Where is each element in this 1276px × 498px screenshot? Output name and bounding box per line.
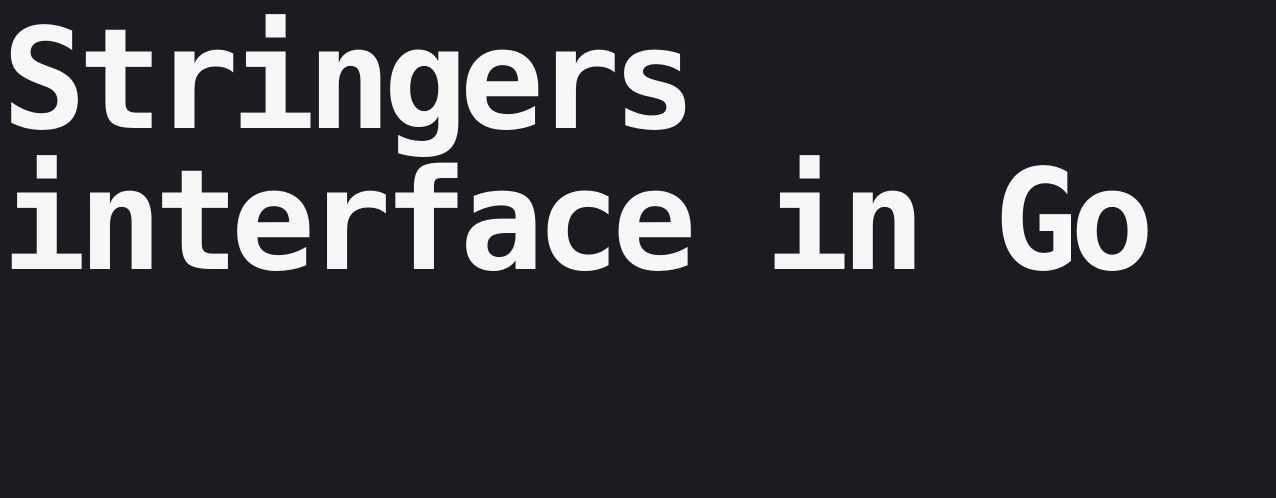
title-line-2: interface in Go	[2, 140, 1154, 303]
title-card: Stringers interface in Go	[0, 0, 1276, 498]
page-title: Stringers interface in Go	[2, 0, 1154, 303]
title-line-1: Stringers	[2, 0, 697, 162]
